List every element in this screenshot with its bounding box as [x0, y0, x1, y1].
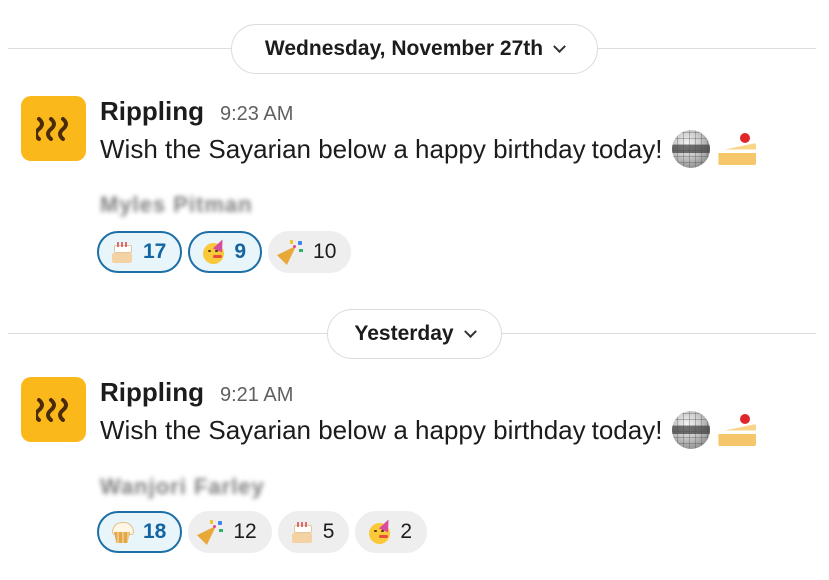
date-label: Wednesday, November 27th	[264, 37, 544, 60]
reaction-count: 18	[143, 520, 167, 543]
cupcake-icon	[109, 519, 135, 545]
shortcake-icon	[716, 131, 758, 167]
rippling-logo-icon	[35, 397, 68, 422]
sender-name[interactable]: Rippling	[100, 377, 204, 408]
message-tail: today!	[591, 414, 663, 445]
reaction-count: 10	[313, 240, 337, 263]
date-label: Yesterday	[354, 322, 454, 345]
message-text: Wish the Sayarian below a happy birthday…	[100, 411, 758, 449]
avatar[interactable]	[21, 377, 86, 442]
partying-face-icon	[366, 517, 394, 545]
message-header: Rippling 9:21 AM	[100, 377, 293, 408]
reaction-count: 2	[400, 520, 413, 543]
birthday-cake-icon	[109, 239, 135, 265]
mirror-ball-icon	[672, 411, 711, 449]
date-divider-button[interactable]: Wednesday, November 27th	[231, 24, 598, 74]
reaction-partying-face[interactable]: 2	[355, 511, 428, 553]
shortcake-icon	[716, 412, 758, 448]
chevron-down-icon	[553, 39, 566, 53]
avatar[interactable]	[21, 96, 86, 161]
reaction-bar: 18 12 5 2	[97, 511, 428, 553]
sender-name[interactable]: Rippling	[100, 96, 204, 127]
birthday-cake-icon	[289, 519, 315, 545]
reaction-tada[interactable]: 12	[188, 511, 272, 553]
date-divider-button[interactable]: Yesterday	[327, 309, 502, 359]
reaction-partying-face[interactable]: 9	[188, 231, 263, 273]
reaction-count: 5	[322, 520, 335, 543]
message-body: Wish the Sayarian below a happy birthday	[100, 414, 586, 445]
message-header: Rippling 9:23 AM	[100, 96, 293, 127]
chevron-down-icon	[463, 324, 477, 338]
reaction-cupcake[interactable]: 18	[97, 511, 183, 553]
message-time[interactable]: 9:23 AM	[220, 103, 293, 126]
message-text: Wish the Sayarian below a happy birthday…	[100, 130, 758, 168]
tada-icon	[277, 239, 305, 266]
message-time[interactable]: 9:21 AM	[220, 384, 293, 407]
reaction-bar: 17 9 10	[97, 231, 352, 273]
mention-name[interactable]: Wanjori Farley	[100, 474, 265, 500]
rippling-logo-icon	[35, 116, 68, 141]
reaction-count: 17	[143, 240, 167, 263]
reaction-birthday-cake[interactable]: 5	[277, 511, 350, 553]
reaction-tada[interactable]: 10	[268, 231, 352, 273]
reaction-count: 9	[234, 240, 247, 263]
mention-name[interactable]: Myles Pitman	[100, 192, 253, 218]
reaction-birthday-cake[interactable]: 17	[97, 231, 183, 273]
tada-icon	[197, 519, 225, 546]
message-body: Wish the Sayarian below a happy birthday	[100, 133, 586, 164]
message-tail: today!	[591, 133, 663, 164]
partying-face-icon	[200, 237, 228, 265]
mirror-ball-icon	[672, 130, 711, 168]
reaction-count: 12	[233, 520, 257, 543]
